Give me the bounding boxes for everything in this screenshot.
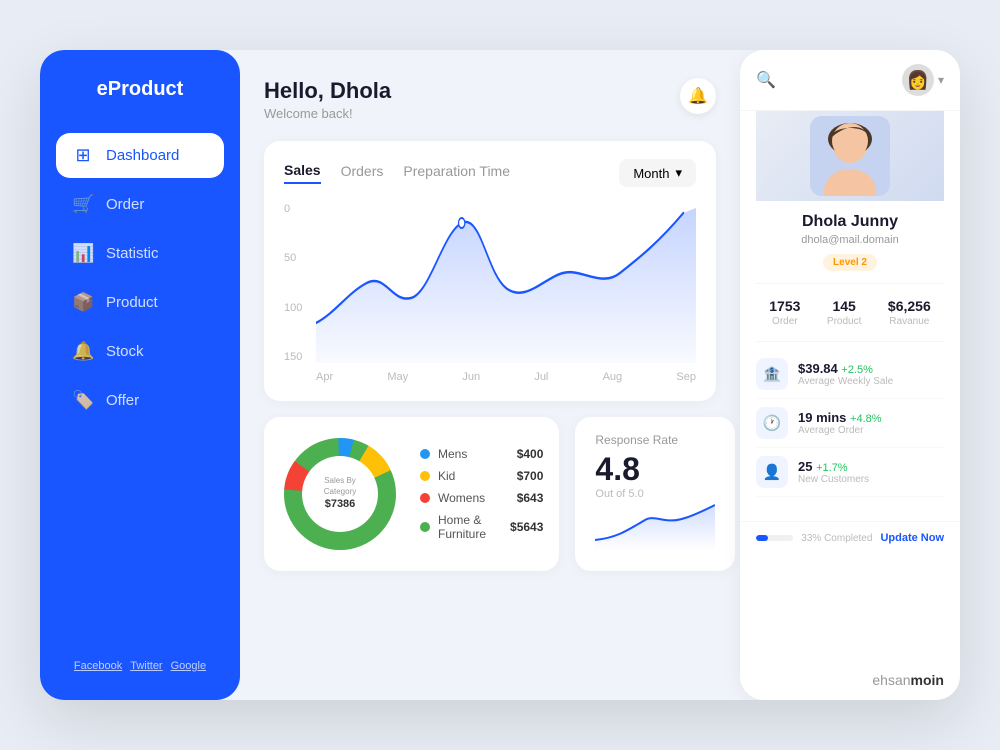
pie-card: Sales By Category $7386 Mens $400 Kid $7…	[264, 417, 559, 571]
user-plus-icon: 👤	[756, 456, 788, 488]
stat-revenue: $6,256 Ravanue	[888, 298, 931, 327]
metric-sale-info: $39.84 +2.5% Average Weekly Sale	[798, 361, 944, 387]
sidebar-item-product[interactable]: 📦 Product	[56, 280, 224, 325]
dashboard-icon: ⊞	[72, 145, 94, 166]
footer-facebook[interactable]: Facebook	[74, 660, 122, 672]
statistic-icon: 📊	[72, 243, 94, 264]
progress-label: 33% Completed	[801, 533, 872, 544]
tab-orders[interactable]: Orders	[341, 163, 384, 183]
metric-avg-order: 🕐 19 mins +4.8% Average Order	[756, 399, 944, 448]
response-value: 4.8	[595, 451, 715, 488]
legend-womens: Womens $643	[420, 491, 543, 505]
chart-x-labels: Apr May Jun Jul Aug Sep	[316, 371, 696, 383]
sidebar-item-statistic[interactable]: 📊 Statistic	[56, 231, 224, 276]
sidebar-item-stock[interactable]: 🔔 Stock	[56, 329, 224, 374]
legend-kid: Kid $700	[420, 469, 543, 483]
main-content: Hello, Dhola Welcome back! 🔔 Sales Order…	[240, 50, 740, 700]
profile-cover	[756, 111, 944, 201]
chevron-down-icon: ▾	[938, 73, 944, 87]
watermark: ehsanmoin	[872, 672, 944, 688]
chart-area: 150 100 50 0	[284, 203, 696, 383]
chevron-down-icon: ▾	[675, 165, 682, 181]
header-actions: 🔔	[680, 78, 716, 114]
avatar-button[interactable]: 👩 ▾	[902, 64, 944, 96]
metrics-list: 🏦 $39.84 +2.5% Average Weekly Sale 🕐 19 …	[756, 342, 944, 505]
sidebar-nav: ⊞ Dashboard 🛒 Order 📊 Statistic 📦 Produc…	[56, 133, 224, 660]
chart-svg	[316, 203, 696, 363]
sidebar-label-product: Product	[106, 294, 158, 311]
response-subtitle: Out of 5.0	[595, 488, 715, 500]
footer-twitter[interactable]: Twitter	[130, 660, 162, 672]
app-wrapper: eProduct ⊞ Dashboard 🛒 Order 📊 Statistic…	[40, 50, 960, 700]
right-panel: 🔍 👩 ▾ Dhola Junny	[740, 50, 960, 700]
page-header: Hello, Dhola Welcome back! 🔔	[264, 78, 716, 121]
chart-y-labels: 150 100 50 0	[284, 203, 312, 363]
avatar-small: 👩	[902, 64, 934, 96]
bell-button[interactable]: 🔔	[680, 78, 716, 114]
progress-bar-fill	[756, 535, 768, 541]
legend-home: Home & Furniture $5643	[420, 513, 543, 541]
profile-section: Dhola Junny dhola@mail.domain Level 2 17…	[740, 111, 960, 521]
tab-preparation[interactable]: Preparation Time	[403, 163, 510, 183]
profile-badge: Level 2	[823, 254, 877, 271]
update-now-button[interactable]: Update Now	[880, 532, 944, 544]
response-mini-chart	[595, 500, 715, 555]
legend-mens: Mens $400	[420, 447, 543, 461]
order-icon: 🛒	[72, 194, 94, 215]
progress-section: 33% Completed Update Now	[740, 521, 960, 554]
sidebar-item-dashboard[interactable]: ⊞ Dashboard	[56, 133, 224, 178]
progress-bar-background	[756, 535, 793, 541]
filter-label: Month	[633, 166, 669, 181]
stat-order: 1753 Order	[769, 298, 800, 327]
profile-name: Dhola Junny	[802, 213, 898, 231]
profile-stats: 1753 Order 145 Product $6,256 Ravanue	[756, 283, 944, 342]
greeting-title: Hello, Dhola	[264, 78, 391, 104]
metric-order-info: 19 mins +4.8% Average Order	[798, 410, 944, 436]
profile-email: dhola@mail.domain	[801, 234, 898, 246]
search-icon[interactable]: 🔍	[756, 70, 776, 90]
tab-sales[interactable]: Sales	[284, 162, 321, 184]
sidebar-label-dashboard: Dashboard	[106, 147, 179, 164]
response-title: Response Rate	[595, 433, 715, 447]
chart-filter-button[interactable]: Month ▾	[619, 159, 696, 187]
right-top-bar: 🔍 👩 ▾	[740, 50, 960, 111]
stat-product: 145 Product	[827, 298, 861, 327]
metric-weekly-sale: 🏦 $39.84 +2.5% Average Weekly Sale	[756, 350, 944, 399]
sidebar-item-offer[interactable]: 🏷️ Offer	[56, 378, 224, 423]
metric-new-customers: 👤 25 +1.7% New Customers	[756, 448, 944, 497]
sidebar: eProduct ⊞ Dashboard 🛒 Order 📊 Statistic…	[40, 50, 240, 700]
response-card: Response Rate 4.8 Out of 5.0	[575, 417, 735, 571]
chart-card: Sales Orders Preparation Time Month ▾ 15…	[264, 141, 716, 401]
sidebar-label-statistic: Statistic	[106, 245, 159, 262]
sidebar-footer: Facebook Twitter Google	[56, 660, 224, 672]
footer-google[interactable]: Google	[171, 660, 206, 672]
sidebar-label-offer: Offer	[106, 392, 139, 409]
stock-icon: 🔔	[72, 341, 94, 362]
pie-legend: Mens $400 Kid $700 Womens $643	[420, 447, 543, 541]
product-icon: 📦	[72, 292, 94, 313]
metric-customer-info: 25 +1.7% New Customers	[798, 459, 944, 485]
profile-avatar	[810, 116, 890, 196]
chart-tabs: Sales Orders Preparation Time Month ▾	[284, 159, 696, 187]
pie-chart: Sales By Category $7386	[280, 434, 400, 554]
sidebar-logo: eProduct	[56, 78, 224, 101]
header-title: Hello, Dhola Welcome back!	[264, 78, 391, 121]
offer-icon: 🏷️	[72, 390, 94, 411]
clock-icon: 🕐	[756, 407, 788, 439]
bell-icon: 🔔	[688, 86, 708, 106]
sidebar-label-order: Order	[106, 196, 144, 213]
bank-icon: 🏦	[756, 358, 788, 390]
greeting-subtitle: Welcome back!	[264, 106, 391, 121]
sidebar-label-stock: Stock	[106, 343, 144, 360]
pie-center-label: Sales By Category $7386	[310, 475, 370, 513]
sidebar-item-order[interactable]: 🛒 Order	[56, 182, 224, 227]
bottom-row: Sales By Category $7386 Mens $400 Kid $7…	[264, 417, 716, 571]
